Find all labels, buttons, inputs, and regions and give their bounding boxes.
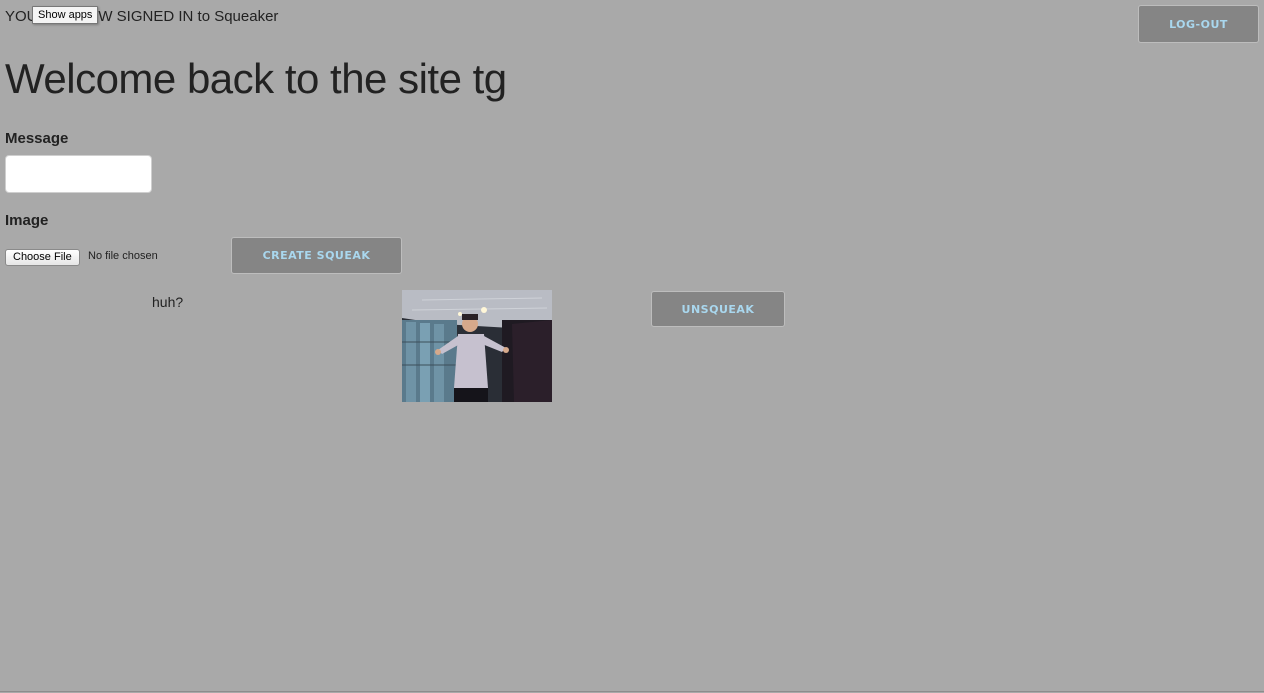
show-apps-tooltip[interactable]: Show apps (32, 6, 99, 24)
image-label: Image (5, 212, 49, 229)
squeak-message: huh? (152, 294, 184, 310)
page-bottom-divider (0, 691, 1264, 692)
create-squeak-button[interactable]: CREATE SQUEAK (231, 237, 402, 274)
logout-button[interactable]: LOG-OUT (1138, 5, 1259, 43)
message-input[interactable] (5, 155, 152, 193)
unsqueak-button[interactable]: UNSQUEAK (651, 291, 785, 327)
choose-file-button[interactable]: Choose File (5, 249, 80, 266)
file-status-text: No file chosen (88, 250, 158, 262)
squeak-image (402, 290, 552, 402)
page-title: Welcome back to the site tg (5, 55, 507, 102)
message-label: Message (5, 130, 69, 147)
